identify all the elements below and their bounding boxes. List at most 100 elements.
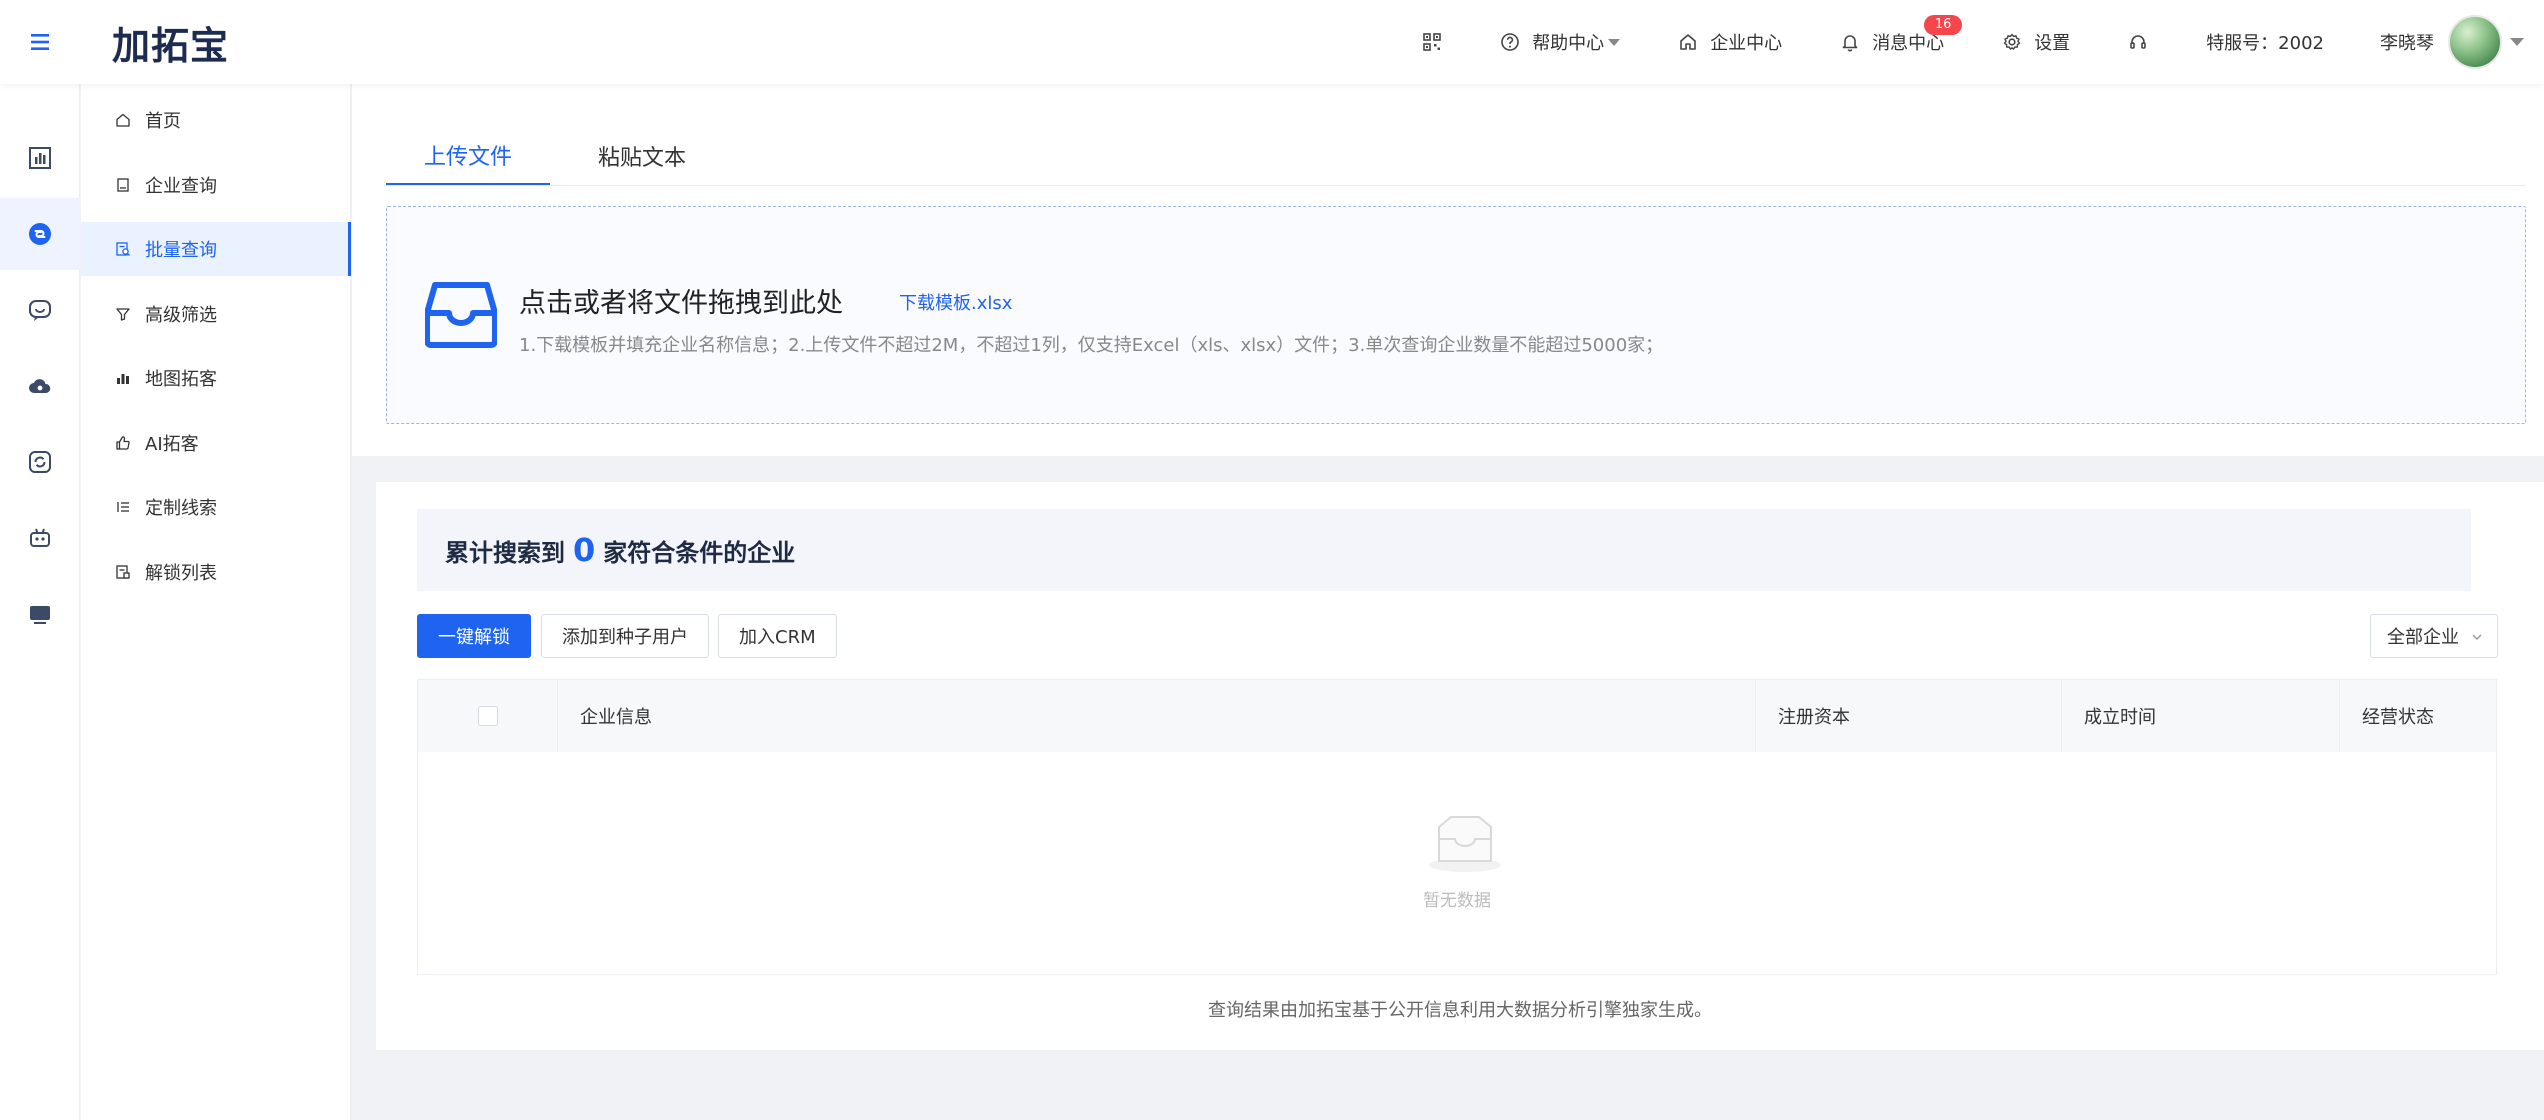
home-icon: [1680, 34, 1696, 50]
customer-service-button[interactable]: [2128, 32, 2148, 52]
th-business-status: 经营状态: [2362, 707, 2434, 728]
top-header: 加拓宝 帮助中心 企业中心 消息中心 16 设置 特服号：2002 李晓琴: [0, 0, 2544, 84]
unlock-list-icon: [116, 564, 130, 579]
th-founded-date: 成立时间: [2062, 680, 2340, 752]
sidebar-item-label: AI拓客: [145, 433, 199, 455]
upload-panel: 上传文件 粘贴文本 点击或者将文件拖拽到此处 下载模板.xlsx 1.下载模板并…: [352, 84, 2544, 456]
link-circle-icon: [29, 223, 51, 245]
batch-search-icon: [116, 242, 130, 256]
tab-paste-text[interactable]: 粘贴文本: [560, 126, 724, 186]
sidebar-item-unlock-list[interactable]: 解锁列表: [81, 545, 351, 599]
help-circle-icon: [1501, 33, 1519, 51]
hamburger-icon: [31, 34, 49, 50]
empty-state-text: 暂无数据: [1423, 891, 1491, 911]
settings-label: 设置: [2034, 33, 2071, 54]
tabs-divider: [386, 185, 2526, 186]
empty-box-icon: [1429, 816, 1501, 872]
result-count: 0: [573, 531, 596, 569]
cloud-icon: [29, 379, 51, 393]
menu-toggle-button[interactable]: [0, 0, 80, 84]
enterprise-center-label: 企业中心: [1710, 33, 1783, 54]
service-number: 特服号：2002: [2206, 33, 2324, 54]
sidebar-item-advanced-filter[interactable]: 高级筛选: [81, 287, 351, 341]
summary-prefix: 累计搜索到: [445, 538, 565, 567]
upload-instructions: 1.下载模板并填充企业名称信息；2.上传文件不超过2M，不超过1列，仅支持Exc…: [519, 335, 1664, 356]
sidebar-item-map-acquisition[interactable]: 地图拓客: [81, 351, 351, 405]
chevron-down-icon: [2472, 634, 2482, 640]
map-chart-icon: [117, 374, 129, 384]
brand-logo-text: 加拓宝: [112, 23, 230, 68]
sidebar-item-label: 高级筛选: [145, 304, 217, 326]
sidebar-item-label: 解锁列表: [145, 562, 217, 584]
sidebar-item-home[interactable]: 首页: [81, 93, 351, 147]
select-all-checkbox[interactable]: [478, 706, 498, 726]
user-name[interactable]: 李晓琴: [2380, 29, 2434, 55]
robot-icon: [30, 528, 50, 547]
brand-logo[interactable]: 加拓宝: [112, 18, 229, 68]
app-root: 加拓宝 帮助中心 企业中心 消息中心 16 设置 特服号：2002 李晓琴 首页…: [0, 0, 2544, 1120]
bell-icon: [1842, 35, 1858, 52]
result-table: 企业信息 注册资本 成立时间 经营状态 暂无数据: [417, 679, 2497, 975]
sidebar-nav: 首页企业查询批量查询高级筛选地图拓客 AI拓客定制线索解锁列表: [81, 84, 351, 1120]
enterprise-center-link[interactable]: 企业中心: [1678, 29, 1782, 55]
company-filter-value: 全部企业: [2387, 627, 2459, 648]
rail-item-data[interactable]: [0, 426, 80, 498]
download-template-link[interactable]: 下载模板.xlsx: [899, 289, 1012, 315]
message-count-badge: 16: [1924, 15, 1963, 35]
qrcode-button[interactable]: [1422, 32, 1442, 52]
header-actions: 帮助中心 企业中心 消息中心 16 设置 特服号：2002 李晓琴: [1422, 0, 2544, 84]
sidebar-item-label: 企业查询: [145, 175, 217, 197]
filter-icon: [116, 307, 130, 321]
rail-item-dashboard[interactable]: [0, 122, 80, 194]
document-icon: [117, 177, 129, 192]
rail-item-customer-acquisition[interactable]: [0, 198, 80, 270]
result-summary: 累计搜索到 0 家符合条件的企业: [417, 509, 2471, 591]
message-center-link[interactable]: 消息中心 16: [1840, 15, 1963, 55]
chat-bubble-icon: [29, 300, 51, 321]
help-center-menu[interactable]: 帮助中心: [1500, 29, 1621, 55]
th-company-info: 企业信息: [558, 680, 1756, 752]
refresh-box-icon: [29, 451, 51, 473]
result-panel: 累计搜索到 0 家符合条件的企业 一键解锁 添加到种子用户 加入CRM 全部企业…: [376, 482, 2544, 1050]
dropzone-title: 点击或者将文件拖拽到此处: [519, 288, 843, 319]
sidebar-item-ai-acquisition[interactable]: AI拓客: [81, 416, 351, 470]
rail-item-crm[interactable]: [0, 578, 80, 650]
headset-icon: [2130, 35, 2146, 49]
help-center-label: 帮助中心: [1532, 33, 1605, 54]
sidebar-item-company-search[interactable]: 企业查询: [81, 158, 351, 212]
table-header: 企业信息 注册资本 成立时间 经营状态: [418, 680, 2496, 752]
summary-suffix: 家符合条件的企业: [603, 538, 796, 567]
rail-item-chat[interactable]: [0, 274, 80, 346]
th-registered-capital: 注册资本: [1756, 680, 2062, 752]
list-icon: [117, 502, 129, 512]
qrcode-icon: [1423, 33, 1441, 51]
file-dropzone[interactable]: 点击或者将文件拖拽到此处 下载模板.xlsx 1.下载模板并填充企业名称信息；2…: [386, 206, 2526, 424]
tab-upload-file[interactable]: 上传文件: [386, 126, 551, 186]
rail-item-robot[interactable]: [0, 502, 80, 574]
bar-chart-icon: [29, 147, 51, 169]
data-source-footnote: 查询结果由加拓宝基于公开信息利用大数据分析引擎独家生成。: [1208, 1000, 1712, 1021]
crm-icon: [30, 606, 50, 624]
inbox-icon: [425, 282, 497, 348]
gear-icon: [2003, 33, 2021, 50]
sidebar-item-custom-leads[interactable]: 定制线索: [81, 480, 351, 534]
sidebar-item-label: 地图拓客: [145, 369, 217, 390]
company-filter-select[interactable]: 全部企业: [2370, 614, 2498, 658]
sidebar-item-label: 首页: [145, 111, 181, 132]
chevron-down-icon: [1608, 38, 1621, 46]
sidebar-item-label: 定制线索: [145, 498, 217, 519]
avatar[interactable]: [2448, 15, 2502, 69]
sidebar-item-label: 批量查询: [145, 240, 217, 261]
sidebar-item-batch-search[interactable]: 批量查询: [81, 222, 351, 276]
add-crm-button[interactable]: 加入CRM: [718, 614, 837, 658]
unlock-all-button[interactable]: 一键解锁: [417, 614, 531, 658]
module-rail: [0, 84, 80, 1120]
user-menu-chevron-icon[interactable]: [2510, 38, 2524, 46]
upload-tabs: 上传文件 粘贴文本: [386, 126, 734, 186]
th-select: [418, 680, 558, 752]
thumbs-up-icon: [116, 435, 130, 450]
add-seed-user-button[interactable]: 添加到种子用户: [541, 614, 709, 658]
home-icon: [116, 113, 130, 127]
settings-link[interactable]: 设置: [2002, 29, 2070, 55]
rail-item-cloud[interactable]: [0, 350, 80, 422]
